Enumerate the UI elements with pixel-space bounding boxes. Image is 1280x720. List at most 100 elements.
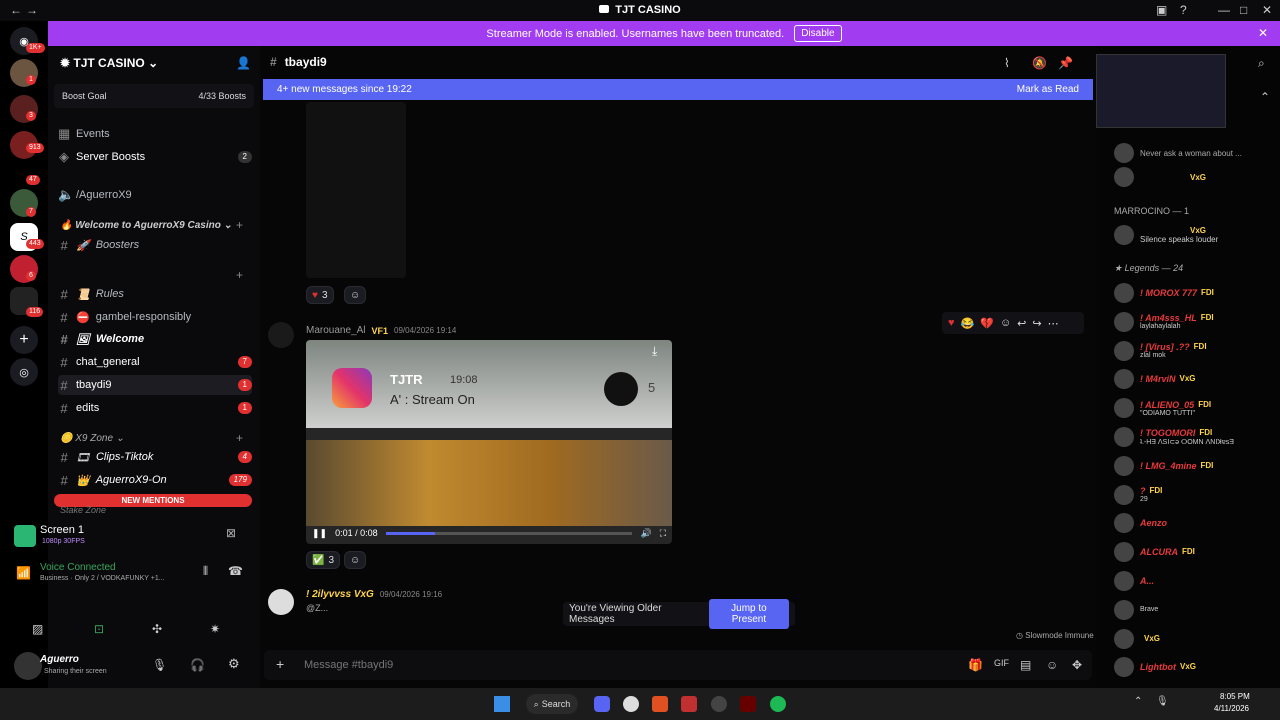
add-channel-icon[interactable]: + [236,218,243,232]
disconnect-icon[interactable]: ☎ [228,564,243,578]
add-channel-icon[interactable]: + [236,268,243,282]
threads-icon[interactable]: ⌇ [1004,56,1010,70]
gift-icon[interactable]: 🎁 [968,658,983,672]
stop-stream-icon[interactable]: ⊠ [226,526,236,540]
member-item[interactable]: ! M4rviN VxG [1114,368,1280,390]
reaction-check[interactable]: ✅ 3 [306,551,341,569]
voice-status[interactable]: Voice Connected [40,562,116,573]
author-avatar[interactable] [268,322,294,348]
server-name[interactable]: ✹ TJT CASINO ⌄ [60,56,158,70]
member-item[interactable]: Never ask a woman about ... [1114,142,1280,164]
headphones-icon[interactable]: 🎧 [190,658,205,672]
start-icon[interactable] [494,696,510,712]
stream-preview[interactable] [1096,54,1226,128]
channel-gambel-responsibly[interactable]: # ⛔ gambel-responsibly [58,307,252,327]
camera-off-icon[interactable]: ▨ [32,622,43,636]
volume-icon[interactable]: 🔊 [640,528,651,539]
channel-boosters[interactable]: # 🚀 Boosters [58,235,252,255]
close-window-button[interactable]: ✕ [1262,3,1272,17]
soundboard-icon[interactable]: ✷ [210,622,220,636]
member-item[interactable]: A... [1114,570,1280,592]
channel-chat-general[interactable]: # chat_general 7 [58,352,252,372]
discord-app-icon[interactable] [594,696,610,712]
activities-icon[interactable]: ✣ [152,622,162,636]
laugh-icon[interactable]: 😂 [961,317,975,330]
obs-icon[interactable] [711,696,727,712]
disable-streamer-button[interactable]: Disable [794,25,842,42]
member-item[interactable]: ! LMG_4mine FDI [1114,455,1280,477]
channel-rules[interactable]: # 📜 Rules [58,284,252,304]
avatar[interactable] [14,652,42,680]
author-name[interactable]: ! 2ilyvvss VxG [306,589,374,600]
member-item[interactable]: VxG [1114,628,1280,650]
attach-icon[interactable]: + [276,656,284,672]
boost-goal[interactable]: Boost Goal 4/33 Boosts [54,84,254,108]
member-item[interactable]: ! ALIENO_05 FDI "ODIAMO TUTTI" [1114,397,1280,419]
member-item[interactable]: Brave [1114,599,1280,621]
mic-tray-icon[interactable]: 🎙 [1156,696,1169,707]
jump-to-present-button[interactable]: Jump to Present [708,599,789,629]
channel-welcome[interactable]: # 🖼 Welcome [58,329,252,349]
channel-aguerrox9[interactable]: 🔈/AguerroX9 [58,185,252,205]
discover-icon[interactable]: ◎ [10,358,38,386]
collapse-icon[interactable]: ⌃ [1260,90,1270,104]
member-item[interactable]: Lightbot VxG [1114,656,1280,678]
tray-chevron-icon[interactable]: ⌃ [1134,696,1142,707]
gif-icon[interactable]: GIF [994,658,1009,668]
emoji-icon[interactable]: ☺ [1000,317,1011,329]
member-item[interactable]: ALCURA FDI [1114,541,1280,563]
category-stake-zone[interactable]: Stake Zone [60,505,106,515]
help-icon[interactable]: ? [1180,3,1187,17]
mic-icon[interactable]: 🎙 [152,658,167,672]
notification-icon[interactable]: 🔕 [1032,56,1047,70]
minimize-button[interactable]: — [1218,3,1230,17]
member-item[interactable]: ! TOGOMORI FDI ʇ.-ΗƎ ⴷSI⊂ǝ ⵔOMN ⴷNIꓘɐsƎ [1114,426,1280,448]
pause-icon[interactable]: ❚❚ [312,528,327,539]
message-input[interactable] [304,659,904,671]
close-icon[interactable]: ✕ [1258,26,1268,40]
new-messages-bar[interactable]: 4+ new messages since 19:22 Mark as Read [263,79,1093,100]
channel-events[interactable]: ▦ Events [58,124,252,144]
download-icon[interactable]: ⤓ [652,344,657,359]
reaction-heart[interactable]: ♥ 3 [306,286,334,304]
noise-suppression-icon[interactable]: ⫴ [203,564,208,579]
member-item[interactable]: Aenzo [1114,512,1280,534]
category-welcome[interactable]: 🔥 Welcome to AguerroX9 Casino ⌄ [60,220,232,231]
author-avatar[interactable] [268,589,294,615]
brave-icon[interactable] [652,696,668,712]
member-item[interactable]: VxG [1114,166,1280,188]
spotify-icon[interactable] [770,696,786,712]
member-item[interactable]: ! MOROX 777 FDI [1114,282,1280,304]
apps-icon[interactable]: ✥ [1072,658,1082,672]
member-item[interactable]: VxG Silence speaks louder [1114,224,1280,246]
more-icon[interactable]: ⋯ [1048,317,1059,330]
channel-clips-tiktok[interactable]: # 🎞 Clips-Tiktok 4 [58,447,252,467]
heart-icon[interactable]: ♥ [948,317,955,329]
settings-icon[interactable]: ⚙ [228,656,240,672]
pin-icon[interactable]: 📌 [1058,56,1073,70]
image-attachment[interactable] [306,102,406,278]
add-reaction-button[interactable]: ☺ [344,551,367,569]
app-icon[interactable] [740,696,756,712]
channel-tbaydi9[interactable]: # tbaydi9 1 [58,375,252,395]
adobe-icon[interactable] [681,696,697,712]
forward-icon[interactable]: ↪ [1032,317,1041,330]
maximize-button[interactable]: □ [1240,3,1247,17]
member-item[interactable]: ! [Virus] .?? FDI zlal mok [1114,340,1280,362]
sticker-icon[interactable]: ▤ [1020,658,1031,672]
add-server-icon[interactable]: + [10,326,38,354]
channel-aguerrox9-on[interactable]: # 👑 AguerroX9-On 179 [58,470,252,490]
reply-icon[interactable]: ↩ [1017,317,1026,330]
member-item[interactable]: ! Am4sss_HL FDI laylahaylalah [1114,311,1280,333]
channel-edits[interactable]: # edits 1 [58,398,252,418]
add-reaction-button[interactable]: ☺ [344,286,367,304]
add-channel-icon[interactable]: + [236,431,243,445]
member-item[interactable]: ? FDI 29 [1114,484,1280,506]
chrome-icon[interactable] [623,696,639,712]
emoji-icon[interactable]: ☺ [1046,658,1058,672]
category-x9zone[interactable]: 🪙 X9 Zone ⌄ [60,433,124,444]
screenshare-active-icon[interactable]: ⊡ [94,622,104,636]
taskbar-search[interactable]: ⌕ Search [526,694,578,714]
author-name[interactable]: Marouane_Al [306,325,365,336]
video-player[interactable]: TJTR 19:08 A' : Stream On 5 ⤓ ❚❚ 0:01 / … [306,340,672,544]
